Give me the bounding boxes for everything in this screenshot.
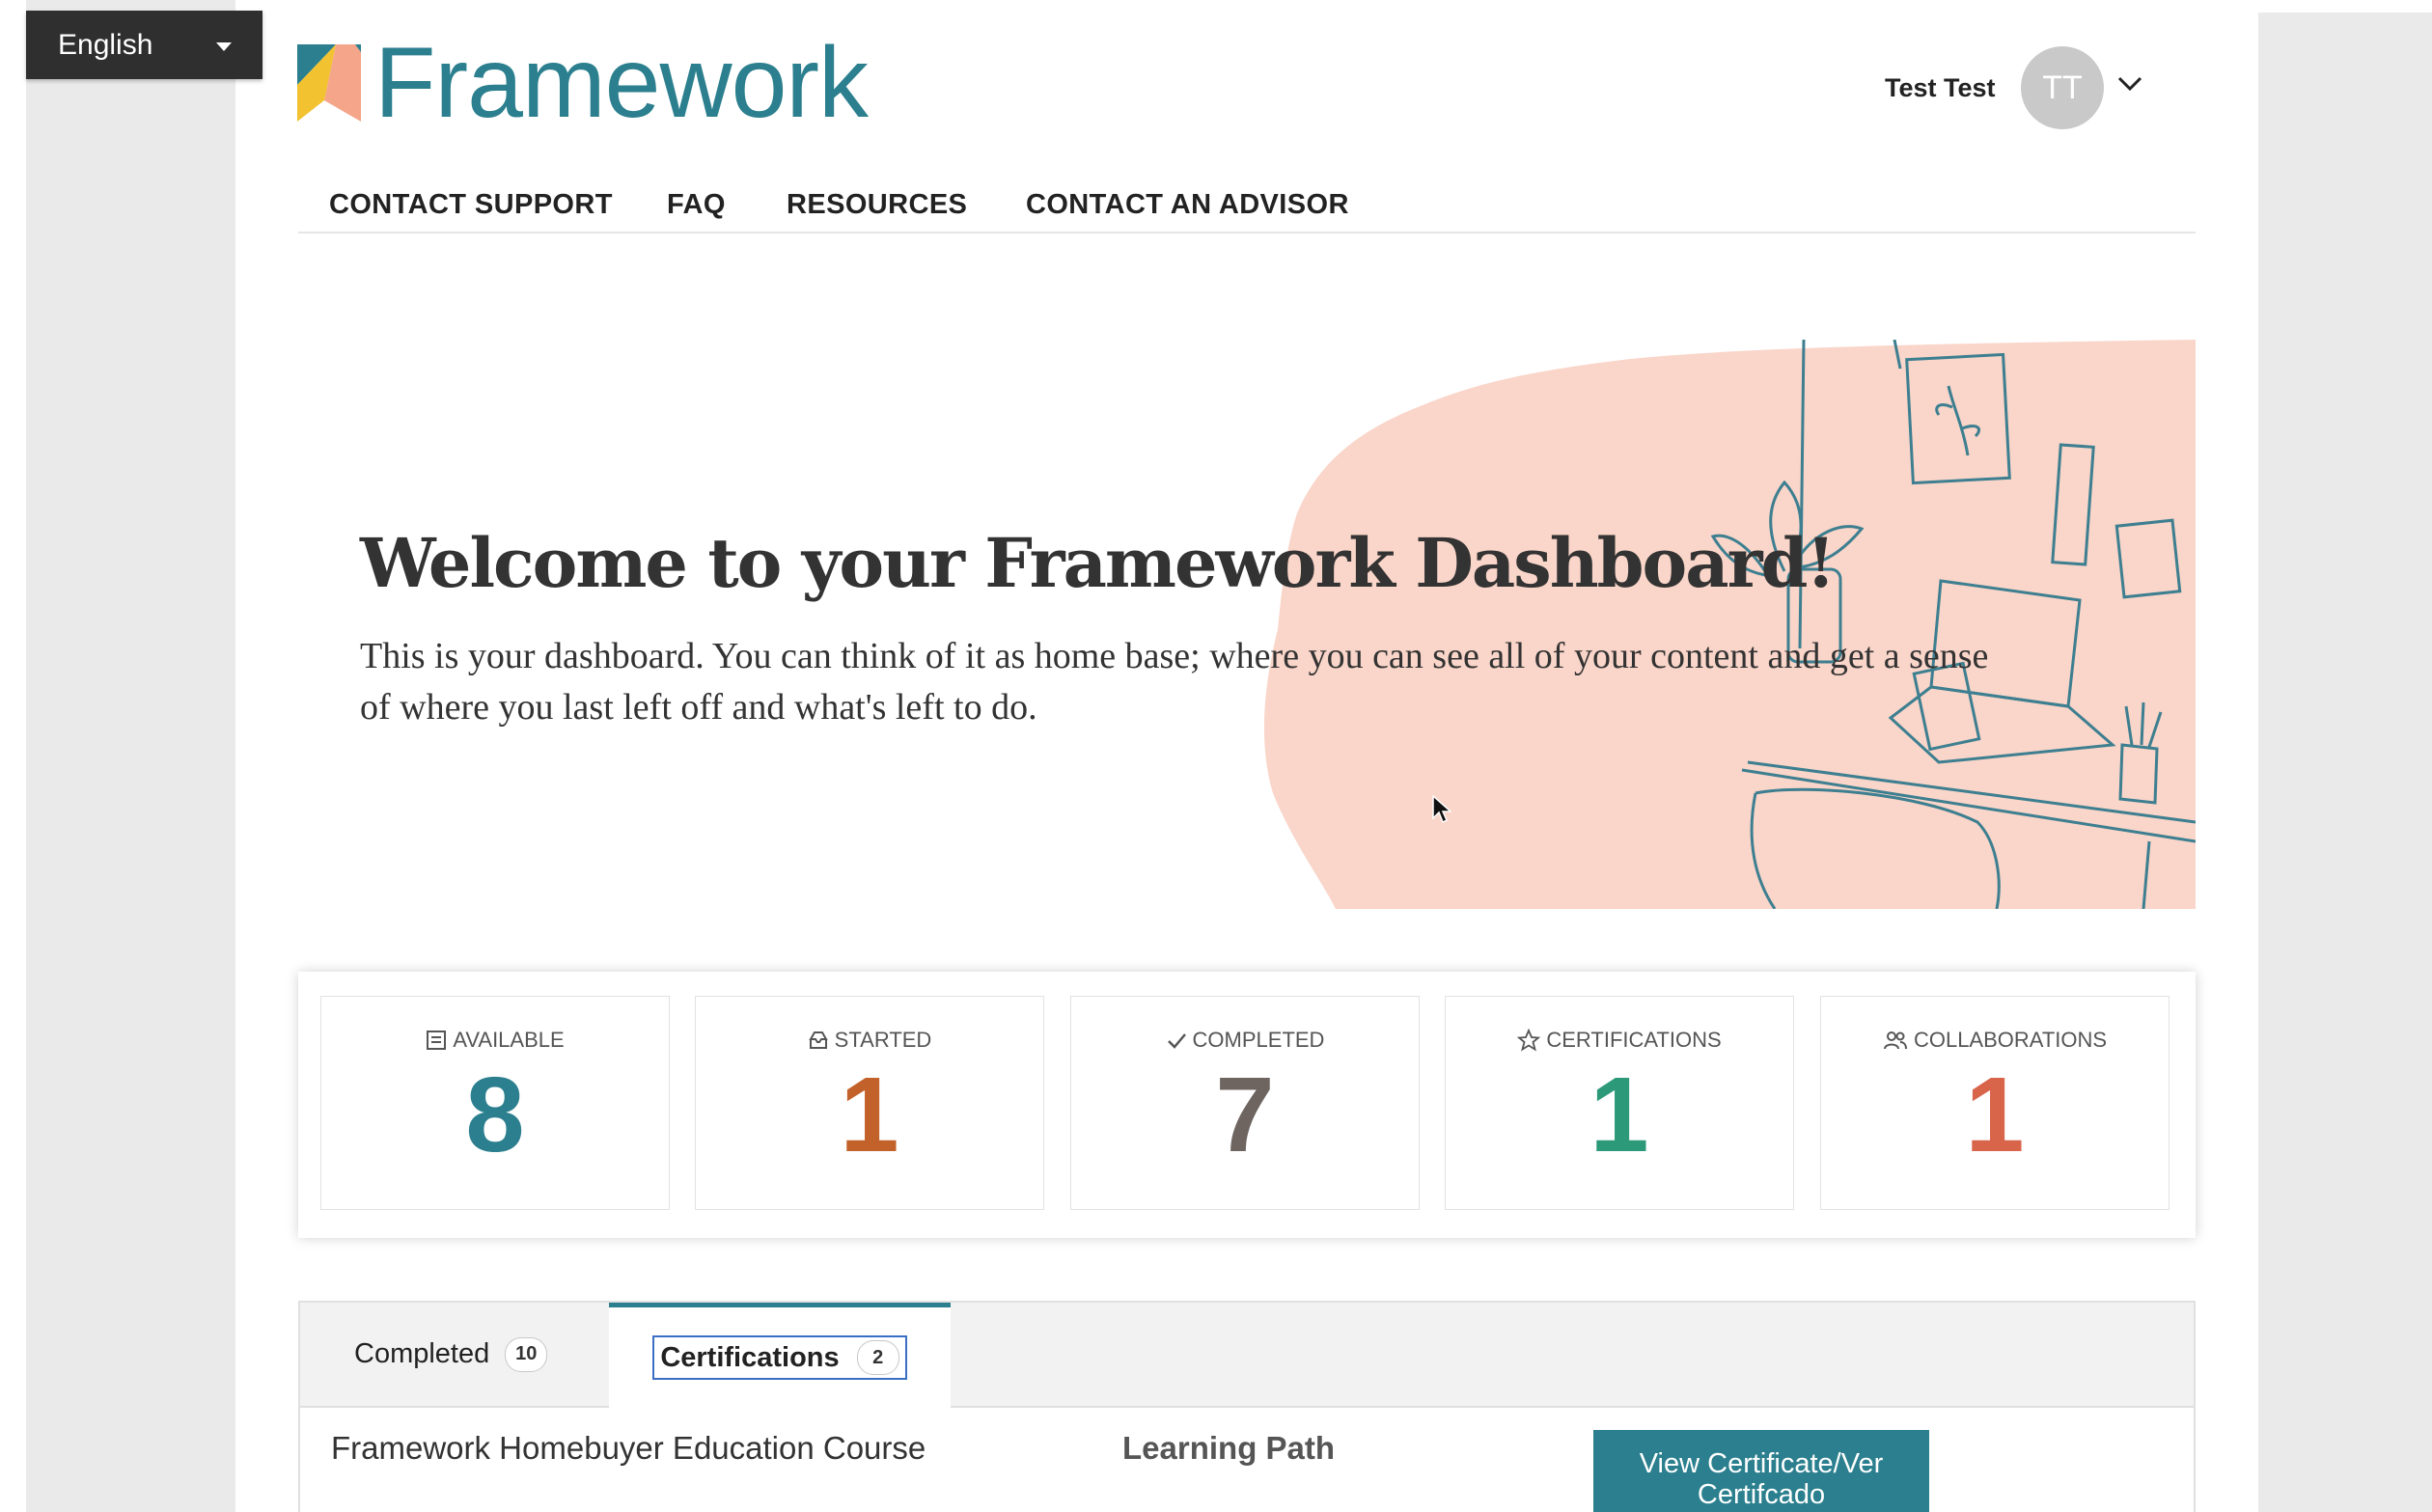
left-edge [0, 0, 26, 1512]
user-name[interactable]: Test Test [1885, 73, 1996, 103]
stat-collaborations-value: 1 [1965, 1056, 2025, 1174]
stat-available-value: 8 [465, 1056, 525, 1174]
tab-certifications-focus: Certifications 2 [652, 1335, 907, 1380]
tab-certifications[interactable]: Certifications 2 [609, 1303, 951, 1408]
brand-name: Framework [374, 27, 869, 139]
stat-certifications-value: 1 [1589, 1056, 1649, 1174]
tab-completed-label: Completed [354, 1338, 490, 1369]
stats-panel: Available 8 Started 1 Completed 7 Certif… [298, 972, 2196, 1238]
content-tabs: Completed 10 Certifications 2 Framework … [298, 1301, 2196, 1512]
avatar-initials: TT [2042, 69, 2083, 106]
nav-faq[interactable]: FAQ [667, 189, 726, 221]
tab-certifications-count: 2 [856, 1340, 899, 1375]
stat-completed-value: 7 [1215, 1056, 1275, 1174]
stat-collaborations-label: Collaborations [1913, 1028, 2108, 1052]
desk-illustration [1263, 340, 2196, 909]
caret-down-icon [216, 42, 232, 51]
check-icon [1167, 1033, 1186, 1049]
stat-started[interactable]: Started 1 [695, 996, 1044, 1210]
tab-bar [300, 1303, 2194, 1408]
stat-available-label: Available [453, 1028, 565, 1052]
tab-certifications-label: Certifications [660, 1341, 840, 1373]
course-title[interactable]: Framework Homebuyer Education Course [331, 1430, 926, 1467]
nav-resources[interactable]: RESOURCES [787, 189, 967, 221]
right-gutter [2258, 13, 2432, 1512]
welcome-banner: Welcome to your Framework Dashboard! Thi… [298, 340, 2196, 909]
stat-certifications-label: Certifications [1546, 1028, 1722, 1052]
language-selected: English [58, 28, 153, 61]
tab-completed-count: 10 [505, 1336, 548, 1372]
star-icon [1517, 1029, 1541, 1052]
view-certificate-button[interactable]: View Certificate/Ver Certifcado [1593, 1430, 1929, 1512]
stat-started-value: 1 [840, 1056, 899, 1174]
welcome-title: Welcome to your Framework Dashboard! [360, 523, 1836, 603]
nav-contact-support[interactable]: CONTACT SUPPORT [329, 189, 613, 221]
stat-completed[interactable]: Completed 7 [1070, 996, 1420, 1210]
nav-contact-advisor[interactable]: CONTACT AN ADVISOR [1026, 189, 1349, 221]
mouse-pointer-icon [1432, 795, 1451, 824]
left-gutter [0, 0, 235, 1512]
main-nav: CONTACT SUPPORT FAQ RESOURCES CONTACT AN… [298, 183, 2196, 234]
people-icon [1883, 1031, 1907, 1050]
course-type: Learning Path [1122, 1430, 1336, 1466]
language-select[interactable]: English [26, 11, 263, 79]
brand-logo[interactable]: Framework [297, 27, 869, 139]
framework-logo-icon [297, 44, 361, 122]
catalog-icon [427, 1031, 447, 1050]
tab-completed[interactable]: Completed 10 [354, 1303, 548, 1406]
chevron-down-icon[interactable] [2116, 75, 2143, 93]
stat-started-label: Started [834, 1028, 932, 1052]
stat-certifications[interactable]: Certifications 1 [1445, 996, 1794, 1210]
stat-available[interactable]: Available 8 [320, 996, 670, 1210]
inbox-icon [808, 1031, 828, 1049]
stat-collaborations[interactable]: Collaborations 1 [1820, 996, 2169, 1210]
stat-completed-label: Completed [1192, 1028, 1325, 1052]
avatar[interactable]: TT [2021, 46, 2104, 129]
welcome-text: This is your dashboard. You can think of… [360, 636, 1989, 728]
